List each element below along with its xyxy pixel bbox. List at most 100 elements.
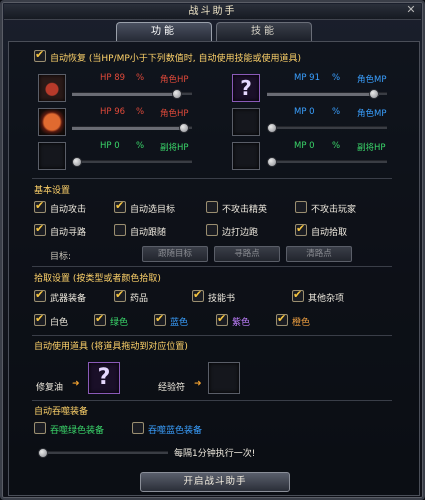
slider-fill bbox=[72, 93, 182, 96]
auto-follow-label: 自动跟随 bbox=[130, 228, 167, 238]
slider-fill bbox=[267, 93, 379, 96]
auto-recovery-checkbox[interactable] bbox=[34, 48, 46, 62]
slider-knob[interactable] bbox=[267, 123, 277, 133]
slider-knob[interactable] bbox=[38, 448, 48, 458]
mp-target-2: 角色MP bbox=[357, 109, 387, 119]
close-icon[interactable]: ✕ bbox=[405, 4, 417, 16]
pickup-orange-label: 橙色 bbox=[292, 318, 311, 328]
no-attack-elite-label: 不攻击精英 bbox=[222, 205, 268, 215]
pickup-misc-checkbox[interactable] bbox=[292, 288, 304, 302]
empty-item-slot[interactable] bbox=[38, 142, 66, 170]
pickup-weapon-label: 武器装备 bbox=[50, 294, 87, 304]
arrow-right-icon: ➜ bbox=[194, 379, 202, 389]
mp-target-1: 角色MP bbox=[357, 75, 387, 85]
no-attack-player-checkbox[interactable] bbox=[295, 201, 307, 213]
divider bbox=[32, 266, 392, 267]
question-mark-icon[interactable]: ? bbox=[88, 362, 120, 394]
target-label: 目标: bbox=[50, 252, 72, 262]
no-attack-elite-checkbox[interactable] bbox=[206, 201, 218, 213]
tab-functions[interactable]: 功能 bbox=[116, 22, 212, 41]
basic-settings-title: 基本设置 bbox=[34, 186, 71, 196]
waypoint-button[interactable]: 寻路点 bbox=[214, 246, 280, 262]
divider bbox=[32, 335, 392, 336]
hp-pct-1: % bbox=[136, 73, 145, 83]
hit-and-run-checkbox[interactable] bbox=[206, 224, 218, 236]
pickup-orange-checkbox[interactable] bbox=[276, 312, 288, 326]
mp-value-3: MP 0 bbox=[294, 141, 315, 151]
title-bar: 战斗助手 bbox=[4, 4, 421, 20]
hit-and-run-label: 边打边跑 bbox=[222, 228, 259, 238]
pickup-misc-label: 其他杂项 bbox=[308, 294, 345, 304]
auto-target-label: 自动选目标 bbox=[130, 205, 176, 215]
mp-pct-3: % bbox=[332, 141, 341, 151]
pickup-skillbook-label: 技能书 bbox=[208, 294, 236, 304]
slider-fill bbox=[72, 127, 189, 130]
window-title: 战斗助手 bbox=[188, 6, 237, 17]
interval-text: 每隔1分钟执行一次! bbox=[174, 449, 256, 459]
slider-knob[interactable] bbox=[178, 123, 189, 133]
divider bbox=[32, 400, 392, 401]
exp-charm-label: 经验符 bbox=[158, 383, 186, 393]
devour-blue-checkbox[interactable] bbox=[132, 422, 144, 434]
hp-slider-2[interactable] bbox=[72, 123, 192, 133]
devour-green-checkbox[interactable] bbox=[34, 422, 46, 434]
red-jar-icon[interactable] bbox=[38, 74, 66, 102]
empty-item-slot[interactable] bbox=[232, 108, 260, 136]
slider-knob[interactable] bbox=[267, 157, 277, 167]
hp-target-1: 角色HP bbox=[160, 75, 189, 85]
pickup-purple-label: 紫色 bbox=[232, 318, 251, 328]
mp-pct-1: % bbox=[332, 73, 341, 83]
auto-attack-label: 自动攻击 bbox=[50, 205, 87, 215]
arrow-right-icon: ➜ bbox=[72, 379, 80, 389]
question-mark-icon[interactable]: ? bbox=[232, 74, 260, 102]
hp-slider-3[interactable] bbox=[72, 157, 192, 167]
auto-use-items-title: 自动使用道具 (将道具拖动到对应位置) bbox=[34, 342, 188, 352]
auto-pathfind-checkbox[interactable] bbox=[34, 222, 46, 236]
follow-target-button[interactable]: 跟随目标 bbox=[142, 246, 208, 262]
repair-oil-label: 修复油 bbox=[36, 383, 64, 393]
auto-loot-checkbox[interactable] bbox=[295, 222, 307, 236]
devour-green-label: 吞噬绿色装备 bbox=[50, 426, 105, 436]
mp-slider-3[interactable] bbox=[267, 157, 387, 167]
hp-target-3: 副将HP bbox=[160, 143, 189, 153]
divider bbox=[32, 178, 392, 179]
pickup-white-checkbox[interactable] bbox=[34, 312, 46, 326]
flame-figure-icon[interactable] bbox=[38, 108, 66, 136]
tab-skills[interactable]: 技能 bbox=[216, 22, 312, 41]
auto-attack-checkbox[interactable] bbox=[34, 199, 46, 213]
pickup-blue-checkbox[interactable] bbox=[154, 312, 166, 326]
pickup-weapon-checkbox[interactable] bbox=[34, 288, 46, 302]
pickup-potion-checkbox[interactable] bbox=[114, 288, 126, 302]
hp-value-3: HP 0 bbox=[100, 141, 120, 151]
mp-slider-2[interactable] bbox=[267, 123, 387, 133]
auto-target-checkbox[interactable] bbox=[114, 199, 126, 213]
pickup-potion-label: 药品 bbox=[130, 294, 149, 304]
hp-value-2: HP 96 bbox=[100, 107, 126, 117]
start-battle-assistant-button[interactable]: 开启战斗助手 bbox=[140, 472, 290, 492]
mp-slider-1[interactable] bbox=[267, 89, 387, 99]
empty-item-slot[interactable] bbox=[232, 142, 260, 170]
tab-skills-label: 技能 bbox=[251, 26, 277, 37]
slider-knob[interactable] bbox=[72, 157, 82, 167]
tab-functions-label: 功能 bbox=[151, 26, 177, 37]
pickup-green-label: 绿色 bbox=[110, 318, 129, 328]
auto-loot-label: 自动拾取 bbox=[311, 228, 348, 238]
pickup-blue-label: 蓝色 bbox=[170, 318, 189, 328]
pickup-green-checkbox[interactable] bbox=[94, 312, 106, 326]
interval-slider[interactable] bbox=[38, 448, 168, 458]
battle-assistant-window: 战斗助手 ✕ 功能 技能 自动恢复 (当HP/MP小于下列数值时, 自动使用技能… bbox=[0, 0, 425, 500]
auto-pathfind-label: 自动寻路 bbox=[50, 228, 87, 238]
hp-pct-3: % bbox=[136, 141, 145, 151]
pickup-skillbook-checkbox[interactable] bbox=[192, 288, 204, 302]
mp-pct-2: % bbox=[332, 107, 341, 117]
hp-slider-1[interactable] bbox=[72, 89, 192, 99]
hp-value-1: HP 89 bbox=[100, 73, 126, 83]
hp-pct-2: % bbox=[136, 107, 145, 117]
auto-follow-checkbox[interactable] bbox=[114, 224, 126, 236]
empty-item-slot[interactable] bbox=[208, 362, 240, 394]
pickup-settings-title: 拾取设置 (按类型或者颜色拾取) bbox=[34, 274, 161, 284]
clear-waypoint-button[interactable]: 清路点 bbox=[286, 246, 352, 262]
pickup-purple-checkbox[interactable] bbox=[216, 312, 228, 326]
pickup-white-label: 白色 bbox=[50, 318, 69, 328]
mp-value-2: MP 0 bbox=[294, 107, 315, 117]
